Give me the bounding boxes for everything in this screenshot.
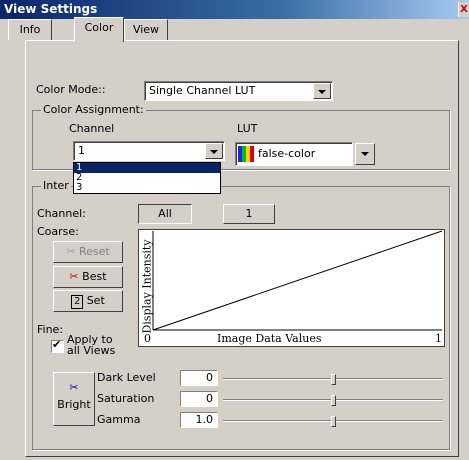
checkmark-icon: ✔ [52, 338, 62, 351]
slider-thumb[interactable] [331, 395, 336, 406]
channel-option[interactable]: 1 [74, 163, 220, 173]
color-assignment-group: Color Assignment: Channel LUT 1 false-co… [32, 103, 450, 170]
gamma-field[interactable]: 1.0 [180, 412, 218, 428]
best-label: Best [82, 270, 107, 283]
lut-label: LUT [237, 122, 258, 135]
channel-1-label: 1 [245, 207, 253, 220]
slider-thumb[interactable] [331, 416, 336, 427]
saturation-label: Saturation [97, 392, 155, 405]
lut-dropdown-button[interactable] [355, 143, 375, 165]
color-mode-value: Single Channel LUT [149, 84, 256, 97]
intensity-group: Inter Channel: All 1 Coarse: ✂︎ Reset ✂︎… [32, 179, 450, 450]
reset-icon: ✂︎ [66, 245, 76, 258]
lut-value: false-color [258, 147, 316, 160]
tab-info[interactable]: Info [8, 19, 52, 40]
apply-all-views-checkbox[interactable]: ✔ [51, 338, 64, 353]
dark-level-label: Dark Level [97, 371, 156, 384]
channel-dropdown-list[interactable]: 1 2 3 [73, 162, 221, 194]
window-titlebar[interactable]: View Settings X [0, 0, 469, 19]
color-mode-select[interactable]: Single Channel LUT [144, 81, 333, 101]
bright-icon: ✂︎ [69, 381, 79, 394]
tab-view-label: View [132, 23, 160, 36]
dark-level-slider[interactable] [223, 374, 443, 385]
apply-label-line-2: all Views [67, 344, 116, 357]
fine-label: Fine: [37, 323, 64, 336]
coarse-label: Coarse: [37, 225, 79, 238]
tab-view[interactable]: View [124, 19, 168, 40]
mapping-curve [152, 230, 443, 331]
intensity-mapping-chart[interactable]: Image Data Values 0 1 Display Intensity [138, 229, 445, 347]
color-tab-panel: Color Mode:: Single Channel LUT Color As… [25, 40, 459, 457]
color-assignment-legend: Color Assignment: [41, 103, 146, 116]
chevron-down-icon [361, 152, 369, 156]
set-label: Set [86, 294, 105, 307]
reset-label: Reset [78, 245, 110, 258]
tab-info-label: Info [19, 23, 41, 36]
channel-option[interactable]: 2 [74, 173, 220, 183]
channel-all-button[interactable]: All [138, 204, 192, 224]
tab-color[interactable]: Color [74, 17, 124, 42]
intensity-legend: Inter [41, 179, 71, 192]
bright-button[interactable]: ✂︎ Bright [53, 372, 95, 426]
channel-select[interactable]: 1 [73, 141, 225, 161]
color-mode-label: Color Mode:: [36, 83, 106, 96]
channel-label: Channel [69, 122, 115, 135]
apply-all-views-label: Apply to all Views [67, 334, 115, 356]
channel-all-label: All [158, 207, 172, 220]
channel-dropdown-button[interactable] [205, 143, 223, 159]
best-icon: ✂︎ [69, 270, 79, 283]
close-icon[interactable]: X [458, 2, 469, 17]
saturation-slider[interactable] [223, 395, 443, 406]
channel-1-button[interactable]: 1 [223, 204, 275, 224]
best-button[interactable]: ✂︎ Best [53, 266, 123, 288]
chart-canvas [152, 230, 443, 331]
gamma-label: Gamma [97, 413, 141, 426]
x-tick-max: 1 [435, 332, 442, 345]
chevron-down-icon [318, 90, 326, 94]
channel-option[interactable]: 3 [74, 183, 220, 193]
x-axis-label: Image Data Values [217, 332, 322, 345]
set-button[interactable]: 2 Set [53, 290, 123, 312]
dark-level-field[interactable]: 0 [180, 370, 218, 386]
chevron-down-icon [210, 150, 218, 154]
set-number-icon: 2 [71, 295, 84, 309]
lut-swatch-icon [238, 146, 254, 162]
reset-button[interactable]: ✂︎ Reset [53, 241, 123, 263]
intensity-channel-label: Channel: [37, 207, 86, 220]
gamma-slider[interactable] [223, 416, 443, 427]
tab-color-label: Color [84, 21, 114, 34]
lut-select[interactable]: false-color [235, 142, 353, 166]
saturation-field[interactable]: 0 [180, 391, 218, 407]
color-mode-dropdown-button[interactable] [313, 83, 331, 99]
channel-select-value: 1 [78, 144, 85, 157]
y-axis-label: Display Intensity [140, 239, 154, 334]
bright-label: Bright [57, 398, 91, 411]
slider-thumb[interactable] [331, 374, 336, 385]
